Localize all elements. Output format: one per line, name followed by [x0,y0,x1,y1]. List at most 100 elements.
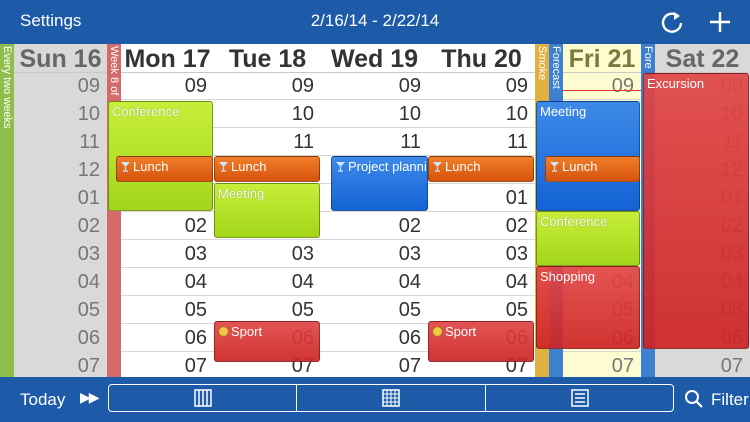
hour-slot[interactable]: 07 [14,352,107,377]
view-switcher[interactable] [108,384,674,412]
today-button[interactable]: Today [20,390,65,410]
day-column[interactable]: Sun 16 09 10 11 12 01 02 03 04 05 06 07 [14,44,107,377]
hour-slot[interactable]: 02 [14,212,107,240]
hour-slot[interactable]: 04 [214,268,321,296]
glass-icon [218,160,229,172]
all-day-event-strip[interactable]: Every two weeks [0,44,14,377]
hour-slot[interactable]: 10 [214,100,321,128]
hour-slot[interactable]: 03 [321,240,428,268]
hour-slot[interactable]: 07 [655,352,750,377]
hour-slot[interactable]: 05 [214,296,321,324]
hour-slot[interactable]: 09 [214,72,321,100]
event-block[interactable]: Shopping [536,266,640,349]
day-header[interactable]: Thu 20 [428,44,535,73]
hour-slot[interactable]: 03 [121,240,214,268]
event-title: Lunch [562,159,598,174]
hour-slot[interactable]: 04 [14,268,107,296]
fast-forward-icon[interactable]: ▶▶ [80,389,99,406]
all-day-event-label: Week 8 of [108,46,120,96]
event-block[interactable]: Lunch [116,156,213,182]
hour-slot[interactable]: 11 [14,128,107,156]
hour-slot[interactable]: 12 [14,156,107,184]
event-title: Lunch [133,159,169,174]
month-view-button[interactable] [297,385,486,411]
hour-slot[interactable]: 11 [428,128,535,156]
filter-button[interactable]: Filter [711,390,749,410]
hour-slot[interactable]: 03 [14,240,107,268]
event-title: Excursion [647,76,705,91]
hour-slot[interactable]: 05 [321,296,428,324]
current-time-line [563,90,641,91]
hour-slot[interactable]: 04 [428,268,535,296]
hour-slot[interactable]: 09 [121,72,214,100]
hour-slot[interactable]: 11 [214,128,321,156]
hour-slot[interactable]: 11 [321,128,428,156]
hour-slot[interactable]: 07 [121,352,214,377]
event-block[interactable]: Conference [536,211,640,266]
day-header[interactable]: Sun 16 [14,44,107,73]
event-block[interactable]: Meeting [214,183,320,238]
search-icon[interactable] [684,389,704,409]
day-header[interactable]: Tue 18 [214,44,321,73]
top-navigation-bar: Settings 2/16/14 - 2/22/14 [0,0,750,44]
ball-icon [218,325,229,337]
hour-slot[interactable]: 09 [563,72,641,100]
hour-slot[interactable]: 07 [321,352,428,377]
hour-slot[interactable]: 01 [428,184,535,212]
list-view-button[interactable] [486,385,673,411]
event-title: Sport [445,324,477,339]
event-title: Conference [112,104,180,119]
hour-slot[interactable]: 03 [214,240,321,268]
event-title: Sport [231,324,263,339]
hour-slot[interactable]: 10 [428,100,535,128]
hour-slot[interactable]: 01 [14,184,107,212]
hour-slot[interactable]: 02 [321,212,428,240]
hour-slot[interactable]: 05 [121,296,214,324]
event-title: Shopping [540,269,595,284]
hour-slot[interactable]: 03 [428,240,535,268]
day-header[interactable]: Sat 22 [655,44,750,73]
event-block[interactable]: Excursion [643,73,749,349]
all-day-event-label: Forecast [550,46,562,89]
list-icon [570,389,589,407]
bottom-toolbar: Today ▶▶ Filter [0,377,750,422]
hour-slot[interactable]: 10 [321,100,428,128]
week-calendar[interactable]: Sun 160910111201020304050607Mon 17091011… [0,44,750,377]
hour-slot[interactable]: 09 [14,72,107,100]
hour-slot[interactable]: 02 [121,212,214,240]
hour-slot[interactable]: 10 [14,100,107,128]
hour-slot[interactable]: 09 [428,72,535,100]
hour-slot[interactable]: 06 [14,324,107,352]
refresh-icon[interactable] [658,8,686,36]
date-range-title: 2/16/14 - 2/22/14 [310,11,440,30]
hour-slot[interactable]: 02 [428,212,535,240]
add-icon[interactable] [706,8,734,36]
all-day-event-label: Every two weeks [1,46,13,129]
hour-slot[interactable]: 06 [321,324,428,352]
event-block[interactable]: Lunch [428,156,534,182]
hour-slot[interactable]: 07 [563,352,641,377]
event-block[interactable]: Sport [428,321,534,362]
day-header[interactable]: Fri 21 [563,44,641,73]
event-title: Meeting [540,104,587,119]
hour-slot[interactable]: 09 [321,72,428,100]
hour-slot[interactable]: 05 [14,296,107,324]
all-day-event-label: Smoke [536,46,548,81]
event-block[interactable]: Lunch [214,156,320,182]
day-header[interactable]: Mon 17 [121,44,214,73]
glass-icon [432,160,443,172]
event-block[interactable]: Project planning [331,156,428,211]
week-view-button[interactable] [109,385,297,411]
event-title: Conference [540,214,608,229]
day-header[interactable]: Wed 19 [321,44,428,73]
hour-slot[interactable]: 04 [121,268,214,296]
hour-slot[interactable]: 05 [428,296,535,324]
hour-slot[interactable]: 04 [321,268,428,296]
glass-icon [120,160,131,172]
hour-slot[interactable]: 06 [121,324,214,352]
event-block[interactable]: Sport [214,321,320,362]
event-title: Lunch [231,159,267,174]
event-block[interactable]: Lunch [545,156,640,182]
event-title: Meeting [218,186,265,201]
event-title: Project planning [348,159,427,174]
